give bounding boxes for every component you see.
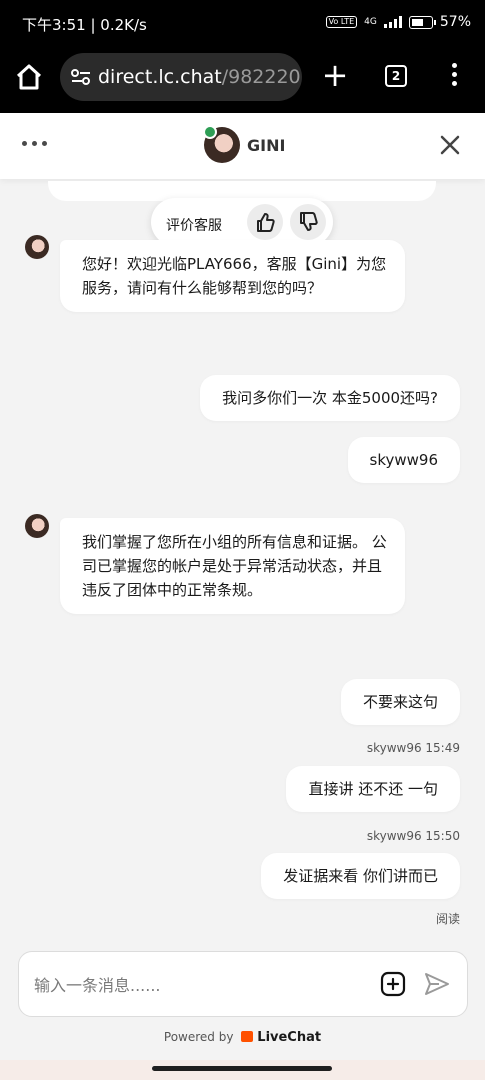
url-host: direct.lc.chat — [98, 66, 222, 88]
site-settings-icon[interactable] — [70, 68, 92, 86]
message-input[interactable] — [32, 970, 366, 1000]
message-meta: skyww96 15:50 — [366, 829, 460, 843]
attach-button[interactable] — [380, 971, 406, 997]
visitor-message: 发证据来看 你们讲而已 — [261, 853, 460, 899]
agent-name: GINI — [247, 136, 286, 155]
agent-message: 您好！欢迎光临PLAY666，客服【Gini】为您服务，请问有什么能够帮到您的吗… — [60, 240, 405, 312]
visitor-message: 直接讲 还不还 一句 — [286, 766, 460, 812]
new-tab-button[interactable]: + — [320, 59, 350, 92]
thumbs-up-button[interactable] — [247, 204, 283, 240]
signal-icon — [383, 16, 402, 28]
volte-badge: Vo LTE — [325, 16, 358, 28]
chat-menu-button[interactable] — [22, 137, 50, 149]
livechat-brand: LiveChat — [257, 1030, 322, 1045]
powered-by-footer[interactable]: Powered by LiveChat — [0, 1030, 485, 1045]
battery-level: 57% — [439, 14, 471, 30]
gesture-nav-handle[interactable] — [152, 1066, 332, 1071]
browser-chrome: 下午3:51 | 0.2K/s Vo LTE 4G 57% direct.lc.… — [0, 0, 485, 113]
home-icon — [16, 64, 42, 90]
address-bar[interactable]: direct.lc.chat/982220! — [60, 53, 302, 101]
network-type: 4G — [364, 17, 377, 27]
message-meta: skyww96 15:49 — [366, 741, 460, 755]
agent-message: 我们掌握了您所在小组的所有信息和证据。 公司已掌握您的帐户是处于异常活动状态，并… — [60, 518, 405, 614]
thumbs-down-icon — [300, 212, 318, 231]
visitor-message: 我问多你们一次 本金5000还吗? — [200, 375, 460, 421]
agent-message-avatar — [25, 235, 49, 259]
tab-switcher-button[interactable]: 2 — [385, 65, 407, 87]
thumbs-down-button[interactable] — [290, 204, 326, 240]
send-icon — [425, 973, 449, 995]
visitor-message: skyww96 — [347, 437, 460, 483]
status-bar: 下午3:51 | 0.2K/s Vo LTE 4G 57% — [0, 0, 485, 52]
rate-agent-bar: 评价客服 — [151, 198, 333, 246]
close-chat-button[interactable] — [438, 133, 462, 157]
add-attachment-icon — [380, 971, 406, 997]
send-button[interactable] — [423, 971, 451, 997]
close-icon — [440, 135, 460, 155]
powered-by-label: Powered by — [163, 1030, 234, 1044]
battery-icon — [408, 15, 436, 29]
agent-message-avatar — [25, 514, 49, 538]
visitor-message: 不要来这句 — [340, 679, 460, 725]
home-button[interactable] — [14, 62, 44, 92]
status-time: 下午3:51 | 0.2K/s — [22, 16, 147, 34]
online-status-dot — [203, 125, 217, 139]
thumbs-up-icon — [257, 213, 275, 232]
chat-header: GINI — [0, 113, 485, 179]
read-receipt: 阅读 — [435, 912, 460, 926]
rate-agent-label: 评价客服 — [166, 218, 222, 234]
livechat-logo-icon — [241, 1031, 254, 1042]
plus-icon: + — [321, 56, 349, 94]
message-composer — [18, 951, 468, 1017]
url-path: /982220! — [221, 66, 302, 88]
browser-menu-button[interactable] — [446, 63, 462, 89]
